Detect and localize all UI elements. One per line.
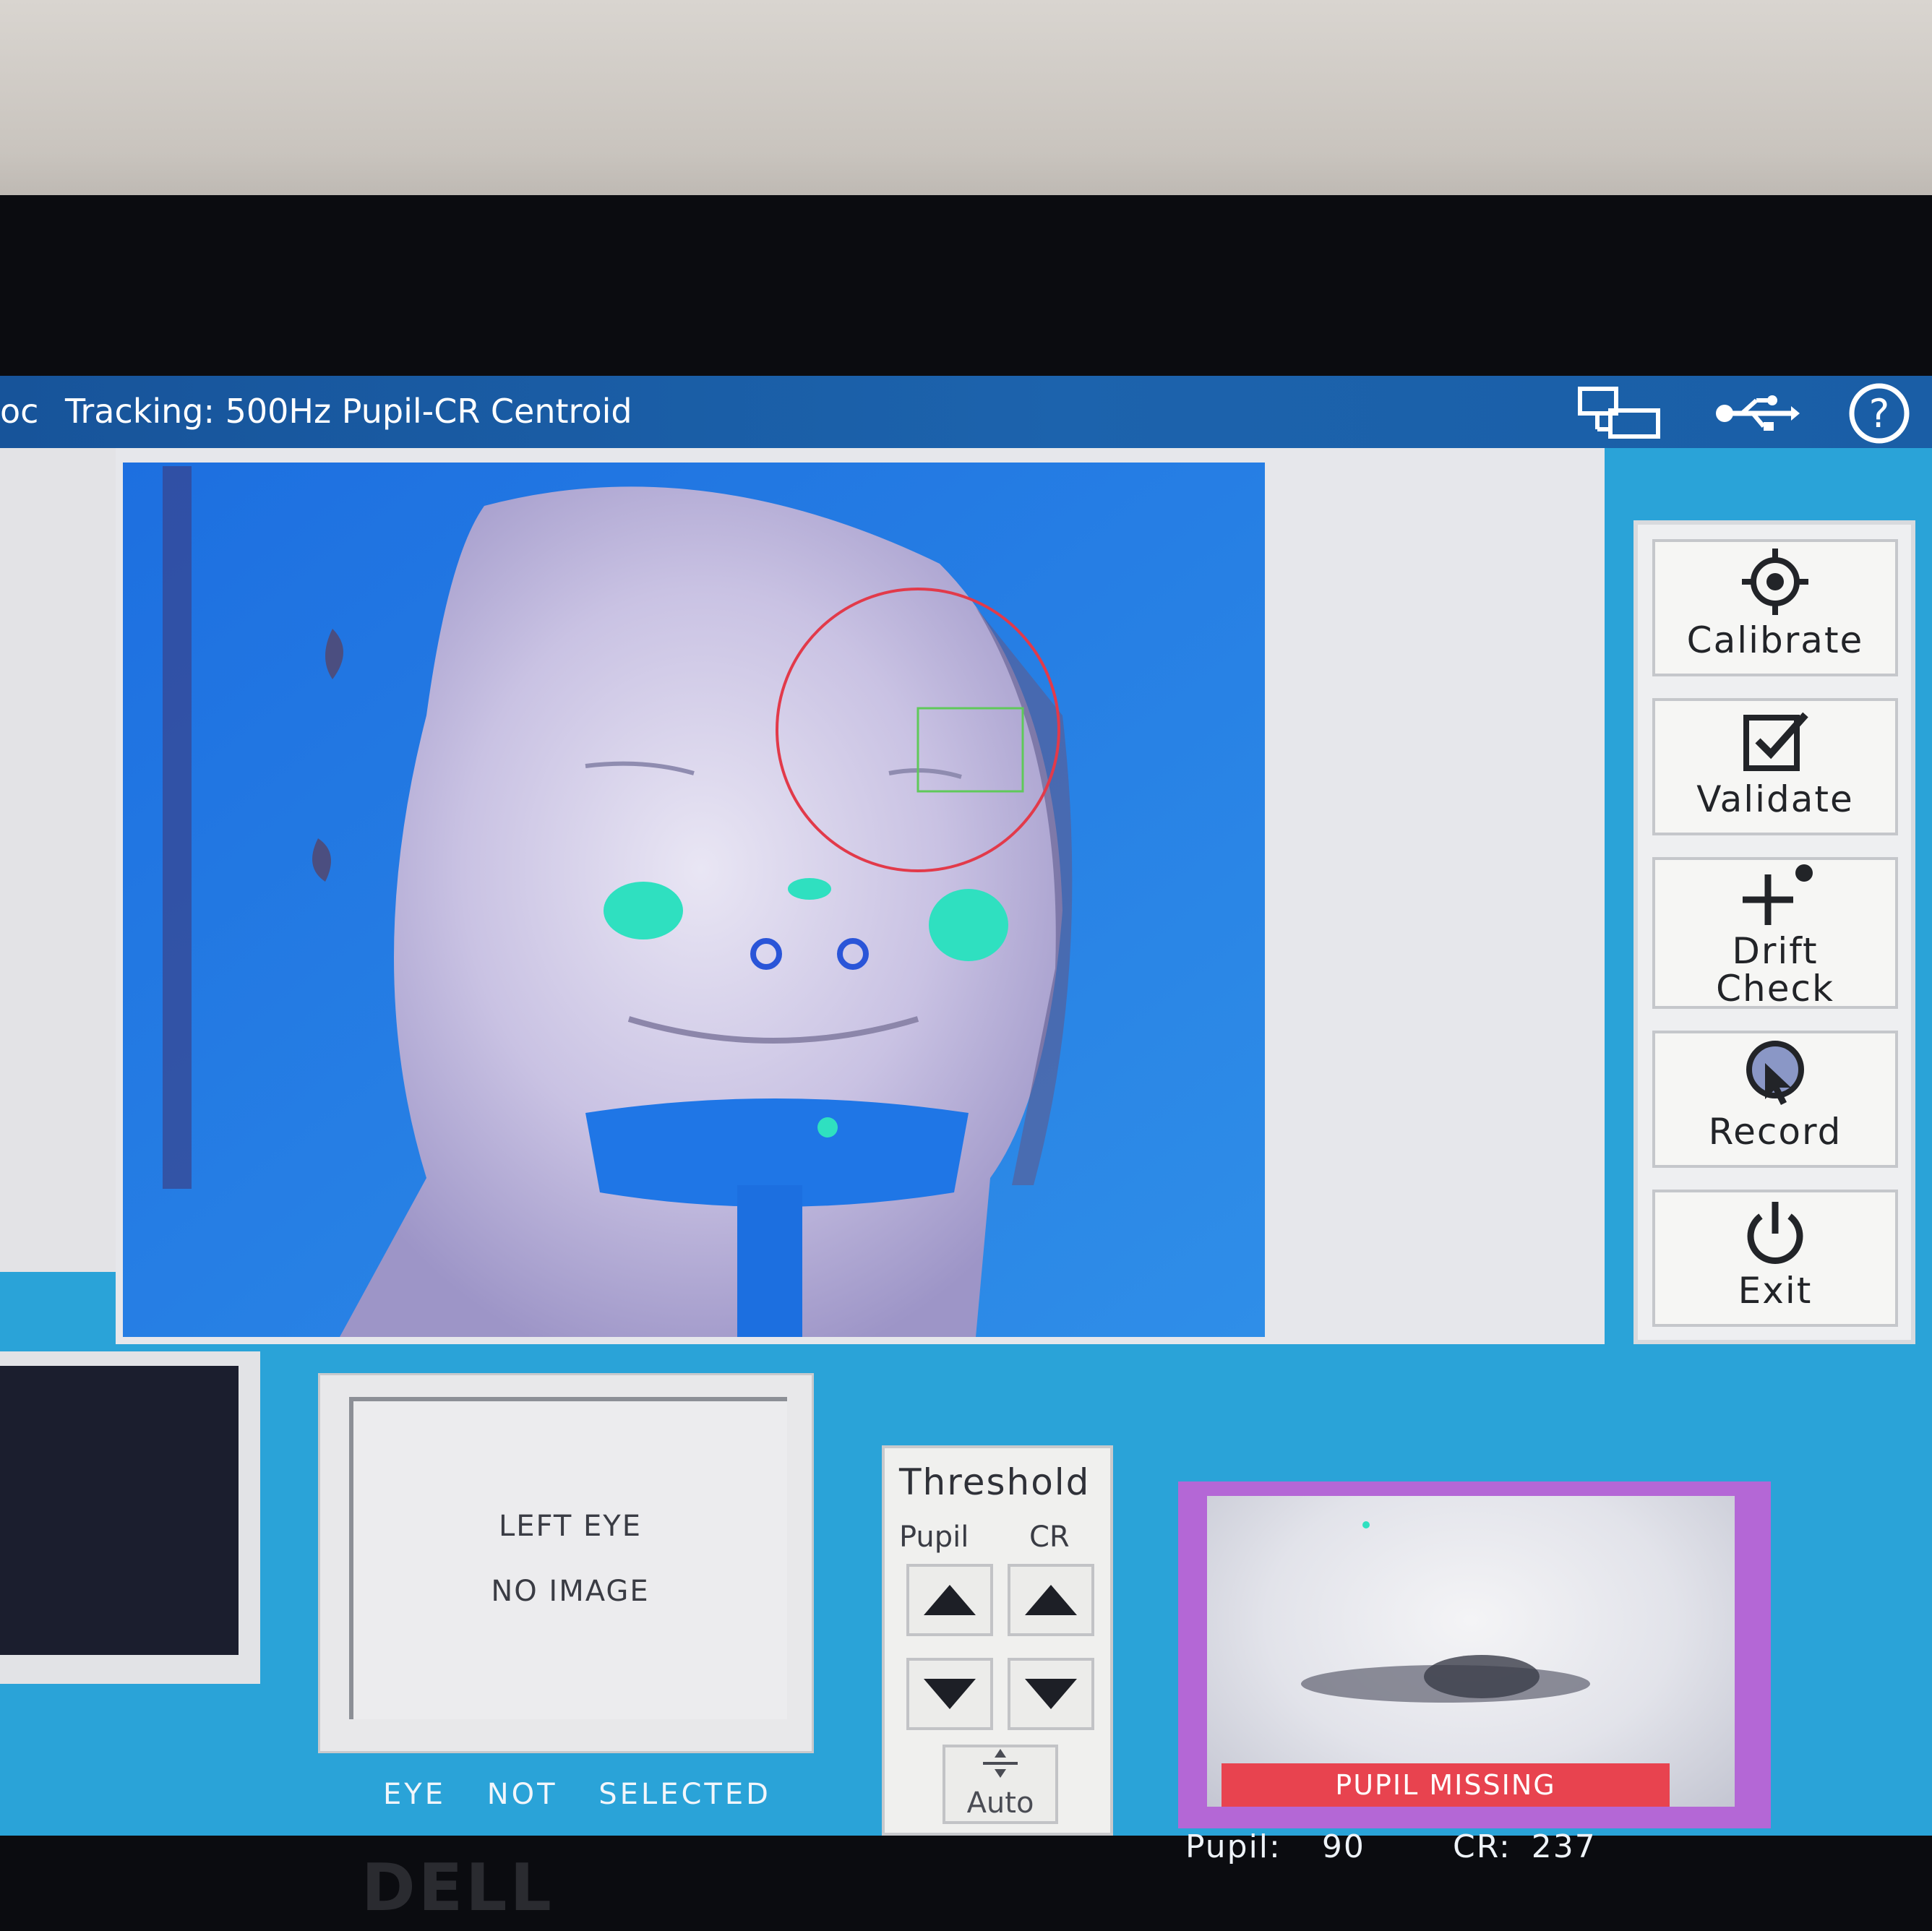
eye-close-up-panel: PUPIL MISSING [1178,1481,1771,1828]
triangle-up-icon [924,1585,976,1615]
cr-threshold-label: CR [1029,1521,1070,1554]
exit-button[interactable]: Exit [1652,1190,1898,1327]
triangle-up-icon [1025,1585,1077,1615]
record-label: Record [1708,1111,1842,1153]
left-eye-label: LEFT EYE [499,1510,642,1543]
pupil-readout-label: Pupil: [1185,1828,1281,1865]
pupil-missing-status: PUPIL MISSING [1222,1763,1670,1807]
monitor-logo: DELL [361,1850,554,1926]
help-icon[interactable]: ? [1836,383,1923,444]
camera-image[interactable] [123,463,1265,1337]
action-sidebar: Calibrate Validate Drift Check Record Ex… [1633,520,1915,1344]
validate-label: Validate [1696,778,1854,820]
pupil-readout: Pupil: 90 [1185,1828,1365,1865]
cr-threshold-up-button[interactable] [1008,1564,1094,1636]
left-side-panel [0,448,116,1272]
crosshair-icon [1655,542,1895,622]
triangle-down-icon [1025,1679,1077,1709]
power-icon [1655,1192,1895,1272]
tracking-mode-title: Tracking: 500Hz Pupil-CR Centroid [65,392,632,431]
eye-not-selected-caption: EYE NOT SELECTED [383,1778,771,1811]
checkbox-icon [1655,701,1895,780]
background-wall [0,0,1932,217]
drift-check-label: Drift Check [1716,930,1834,1010]
cr-threshold-down-button[interactable] [1008,1658,1094,1730]
right-eye-image[interactable] [0,1366,239,1655]
eye-close-up-image[interactable] [1207,1496,1735,1807]
record-icon [1655,1033,1895,1113]
title-bar: oc Tracking: 500Hz Pupil-CR Centroid ? [0,376,1932,448]
no-image-label: NO IMAGE [491,1575,650,1608]
calibrate-label: Calibrate [1686,619,1864,661]
auto-threshold-icon [983,1749,1018,1778]
triangle-down-icon [924,1679,976,1709]
pupil-readout-value: 90 [1321,1828,1365,1865]
validate-button[interactable]: Validate [1652,698,1898,835]
threshold-panel: Threshold Pupil CR Auto [882,1445,1113,1836]
pupil-threshold-label: Pupil [899,1521,969,1554]
right-eye-view-panel [0,1351,260,1684]
record-button[interactable]: Record [1652,1031,1898,1168]
cr-readout-label: CR: [1453,1828,1511,1865]
plus-dot-icon [1655,860,1895,932]
threshold-title: Threshold [899,1461,1091,1503]
usb-icon[interactable] [1713,386,1800,441]
title-prefix: oc [0,392,39,431]
auto-label: Auto [966,1786,1034,1820]
auto-threshold-button[interactable]: Auto [943,1745,1058,1824]
cr-readout: CR: 237 [1453,1828,1597,1865]
network-icon[interactable] [1576,386,1662,441]
svg-text:?: ? [1869,391,1890,436]
exit-label: Exit [1738,1270,1813,1312]
cr-readout-value: 237 [1531,1828,1597,1865]
left-eye-panel[interactable]: LEFT EYE NO IMAGE [318,1373,814,1753]
pupil-threshold-down-button[interactable] [906,1658,993,1730]
left-eye-image: LEFT EYE NO IMAGE [349,1397,787,1719]
camera-view-panel [116,448,1605,1344]
screen: oc Tracking: 500Hz Pupil-CR Centroid ? C… [0,376,1932,1865]
calibrate-button[interactable]: Calibrate [1652,539,1898,676]
drift-check-button[interactable]: Drift Check [1652,857,1898,1009]
pupil-threshold-up-button[interactable] [906,1564,993,1636]
